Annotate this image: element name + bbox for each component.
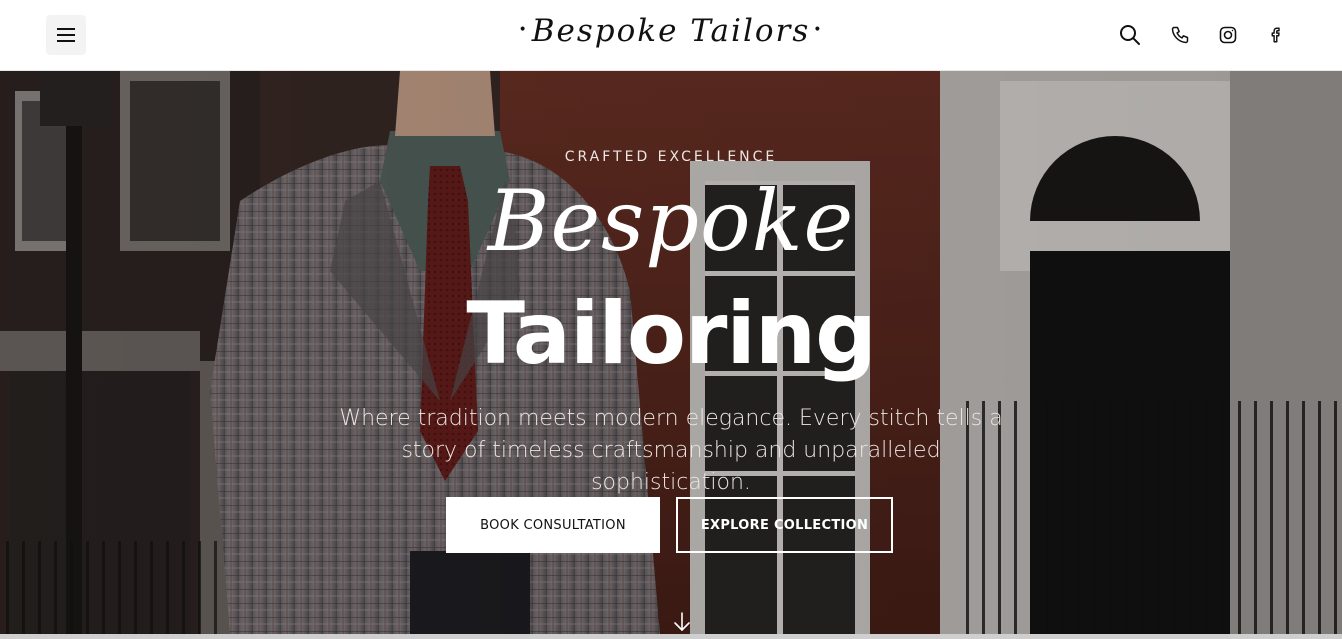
hero-title-bold: Tailoring — [466, 284, 876, 384]
page-bottom-edge — [0, 634, 1342, 639]
brand-name: Bespoke Tailors — [531, 13, 811, 49]
phone-button[interactable] — [1167, 22, 1193, 48]
hero-eyebrow: CRAFTED EXCELLENCE — [564, 149, 778, 165]
instagram-icon — [1219, 26, 1237, 44]
search-button[interactable] — [1117, 22, 1143, 48]
instagram-link[interactable] — [1215, 22, 1241, 48]
facebook-link[interactable] — [1263, 22, 1289, 48]
book-consultation-button[interactable]: BOOK CONSULTATION — [446, 497, 660, 553]
scroll-down-button[interactable] — [672, 611, 692, 633]
arrow-down-icon — [674, 612, 690, 631]
facebook-icon — [1271, 27, 1280, 43]
hero-section: CRAFTED EXCELLENCE Bespoke Tailoring Whe… — [0, 71, 1342, 634]
hero-subtitle: Where tradition meets modern elegance. E… — [339, 406, 1003, 495]
site-header: •Bespoke Tailors • — [0, 0, 1342, 71]
explore-collection-button[interactable]: EXPLORE COLLECTION — [676, 497, 893, 553]
search-icon — [1120, 25, 1140, 45]
hero-title-script: Bespoke — [487, 172, 855, 270]
phone-icon — [1171, 26, 1189, 44]
